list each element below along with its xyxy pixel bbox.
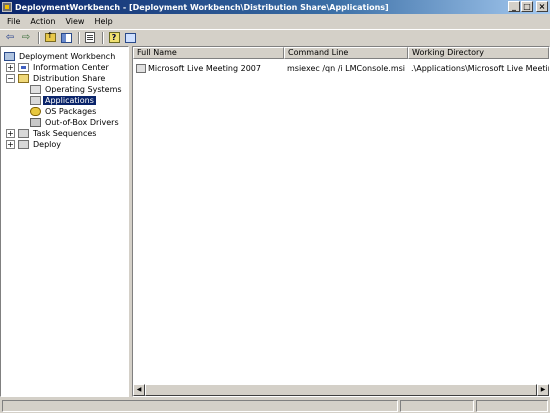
folder-up-icon (44, 31, 56, 42)
show-hide-tree-button[interactable] (59, 31, 73, 44)
help-button[interactable]: ? (107, 31, 121, 44)
toolbar-separator (102, 31, 104, 44)
scroll-thumb[interactable] (145, 384, 537, 396)
tree-item-label: Out-of-Box Drivers (45, 118, 119, 127)
collapse-icon[interactable]: − (6, 74, 15, 83)
tree-pane[interactable]: Deployment Workbench + Information Cente… (0, 46, 129, 397)
column-header-working-directory[interactable]: Working Directory (408, 47, 549, 59)
information-center-icon (18, 63, 29, 72)
os-packages-icon (30, 107, 41, 116)
forward-arrow-icon: ⇨ (21, 31, 31, 43)
applications-icon (30, 96, 41, 105)
tree-item-task-sequences[interactable]: + Task Sequences (6, 128, 98, 139)
tree-item-information-center[interactable]: + Information Center (6, 62, 111, 73)
tree-item-label: Information Center (33, 63, 109, 72)
menu-action[interactable]: Action (25, 17, 60, 26)
status-bar (0, 399, 550, 413)
horizontal-scrollbar[interactable]: ◀ ▶ (133, 384, 549, 396)
column-header-full-name[interactable]: Full Name (133, 47, 284, 59)
tree-item-distribution-share[interactable]: − Distribution Share (6, 73, 107, 84)
table-row[interactable]: Microsoft Live Meeting 2007 msiexec /qn … (133, 62, 549, 74)
back-button[interactable]: ⇦ (3, 31, 17, 44)
expand-icon[interactable]: + (6, 140, 15, 149)
show-hide-tree-icon (60, 32, 72, 43)
status-panel-3 (476, 400, 548, 412)
column-header-command-line[interactable]: Command Line (284, 47, 408, 59)
tree-item-out-of-box-drivers[interactable]: Out-of-Box Drivers (30, 117, 121, 128)
menu-help[interactable]: Help (89, 17, 117, 26)
forward-button[interactable]: ⇨ (19, 31, 33, 44)
operating-systems-icon (30, 85, 41, 94)
tree-item-os-packages[interactable]: OS Packages (30, 106, 98, 117)
tree-item-label: OS Packages (45, 107, 97, 116)
full-name-text: Microsoft Live Meeting 2007 (148, 63, 261, 73)
close-button[interactable]: × (536, 1, 548, 12)
toolbar-separator (38, 31, 40, 44)
expand-icon[interactable]: + (6, 129, 15, 138)
menu-view[interactable]: View (60, 17, 89, 26)
tree-item-root[interactable]: Deployment Workbench (4, 51, 117, 62)
tree-item-deploy[interactable]: + Deploy (6, 139, 63, 150)
expand-icon[interactable]: + (6, 63, 15, 72)
deploy-icon (18, 140, 29, 149)
console-icon (124, 32, 136, 43)
scroll-track[interactable] (145, 384, 537, 396)
title-bar: DeploymentWorkbench - [Deployment Workbe… (0, 0, 550, 14)
tree-item-operating-systems[interactable]: Operating Systems (30, 84, 124, 95)
toolbar: ⇦ ⇨ ? (0, 29, 550, 45)
up-one-level-button[interactable] (43, 31, 57, 44)
cell-working-directory: .\Applications\Microsoft Live Meeting... (411, 63, 549, 73)
tree-item-label: Task Sequences (33, 129, 97, 138)
properties-icon (85, 32, 95, 43)
workbench-icon (4, 52, 15, 61)
menu-file[interactable]: File (2, 17, 25, 26)
cell-full-name: Microsoft Live Meeting 2007 (133, 63, 284, 73)
toolbar-separator (78, 31, 80, 44)
status-panel-2 (400, 400, 474, 412)
window-title: DeploymentWorkbench - [Deployment Workbe… (15, 2, 389, 12)
console-button[interactable] (123, 31, 137, 44)
back-arrow-icon: ⇦ (5, 31, 15, 43)
menu-bar: File Action View Help (0, 14, 550, 28)
column-headers: Full Name Command Line Working Directory (133, 47, 549, 59)
maximize-button[interactable]: □ (521, 1, 533, 12)
window-controls: _ □ × (508, 1, 548, 12)
scroll-right-icon[interactable]: ▶ (537, 384, 549, 396)
application-icon (136, 63, 146, 73)
tree-item-label: Deployment Workbench (19, 52, 116, 61)
minimize-button[interactable]: _ (508, 1, 520, 12)
list-pane: Full Name Command Line Working Directory… (132, 46, 550, 397)
folder-icon (18, 74, 29, 83)
app-icon (2, 2, 12, 12)
drivers-icon (30, 118, 41, 127)
tree-item-applications[interactable]: Applications (30, 95, 96, 106)
tree-item-label-selected: Applications (43, 96, 96, 105)
status-panel-main (2, 400, 398, 412)
task-sequences-icon (18, 129, 29, 138)
tree-item-label: Deploy (33, 140, 62, 149)
properties-button[interactable] (83, 31, 97, 44)
help-icon: ? (108, 32, 120, 43)
tree-item-label: Distribution Share (33, 74, 106, 83)
scroll-left-icon[interactable]: ◀ (133, 384, 145, 396)
cell-command-line: msiexec /qn /i LMConsole.msi (287, 63, 406, 73)
tree-item-label: Operating Systems (45, 85, 122, 94)
